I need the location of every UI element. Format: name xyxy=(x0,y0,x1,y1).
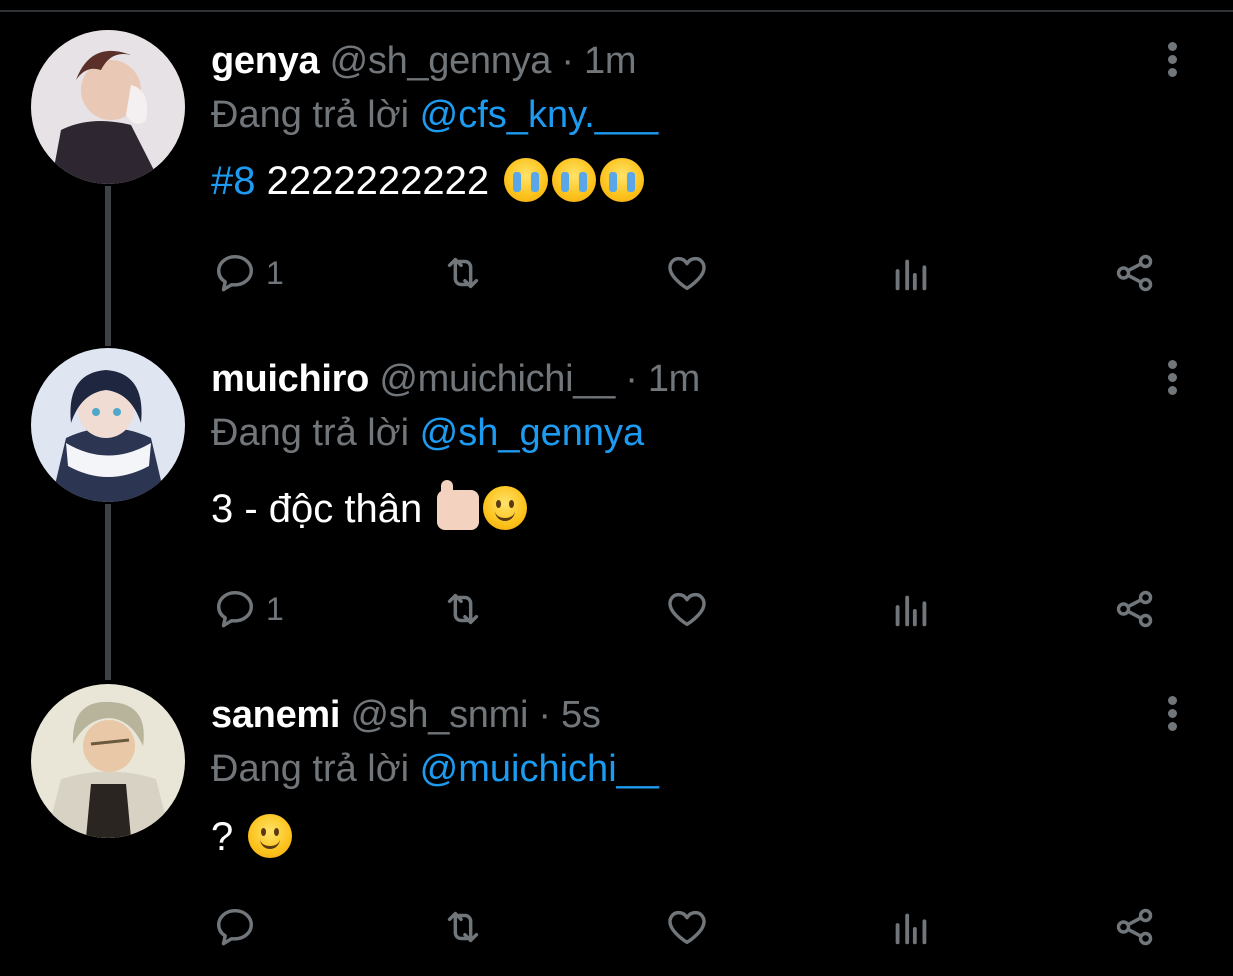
timestamp[interactable]: 5s xyxy=(561,694,601,736)
tweet-actions: 1 xyxy=(0,584,1233,644)
like-button[interactable] xyxy=(664,248,710,298)
display-name[interactable]: muichiro xyxy=(211,358,369,400)
reply-icon xyxy=(216,908,254,946)
retweet-icon xyxy=(447,911,479,943)
avatar[interactable] xyxy=(31,30,185,184)
more-options-icon[interactable] xyxy=(1160,360,1184,400)
share-icon xyxy=(1116,254,1153,292)
reply-button[interactable] xyxy=(212,902,266,952)
handle[interactable]: @sh_snmi xyxy=(350,694,528,736)
separator-dot: · xyxy=(551,40,584,82)
avatar[interactable] xyxy=(31,684,185,838)
tweet-body-text: ? xyxy=(211,815,245,859)
retweet-icon xyxy=(447,257,479,289)
reply-icon xyxy=(216,590,254,628)
display-name[interactable]: genya xyxy=(211,40,320,82)
tweet-actions: 1 xyxy=(0,248,1233,308)
analytics-icon xyxy=(895,913,927,945)
handle[interactable]: @sh_gennya xyxy=(330,40,552,82)
tweet-header: genya @sh_gennya · 1m xyxy=(211,40,636,83)
like-button[interactable] xyxy=(664,584,710,634)
analytics-button[interactable] xyxy=(888,902,934,952)
analytics-icon xyxy=(895,259,927,291)
thumbs-up-emoji xyxy=(437,480,480,530)
timestamp[interactable]: 1m xyxy=(584,40,637,82)
separator-dot: · xyxy=(528,694,561,736)
analytics-button[interactable] xyxy=(888,584,934,634)
tweet-header: muichiro @muichichi__ · 1m xyxy=(211,358,700,401)
tweet-text: #8 2222222222 xyxy=(211,158,645,204)
slightly-smiling-face-emoji xyxy=(248,814,293,858)
reply-icon xyxy=(216,254,254,292)
like-button[interactable] xyxy=(664,902,710,952)
retweet-icon xyxy=(447,593,479,625)
tweet-body-text: 3 - độc thân xyxy=(211,487,434,531)
display-name[interactable]: sanemi xyxy=(211,694,340,736)
retweet-button[interactable] xyxy=(440,902,486,952)
tweet-text: ? xyxy=(211,814,293,860)
share-button[interactable] xyxy=(1112,248,1158,298)
mention-link[interactable]: @sh_gennya xyxy=(420,412,645,454)
like-icon xyxy=(668,910,706,945)
like-icon xyxy=(668,256,706,291)
timestamp[interactable]: 1m xyxy=(648,358,701,400)
loudly-crying-face-emoji xyxy=(504,158,549,202)
replying-to-label: Đang trả lời xyxy=(211,412,420,454)
share-icon xyxy=(1116,908,1153,946)
avatar[interactable] xyxy=(31,348,185,502)
analytics-icon xyxy=(895,595,927,627)
retweet-button[interactable] xyxy=(440,584,486,634)
handle[interactable]: @muichichi__ xyxy=(379,358,615,400)
loudly-crying-face-emoji xyxy=(600,158,645,202)
mention-link[interactable]: @muichichi__ xyxy=(420,748,659,790)
tweet-header: sanemi @sh_snmi · 5s xyxy=(211,694,601,737)
tweet-actions xyxy=(0,902,1233,962)
replying-to: Đang trả lời @muichichi__ xyxy=(211,748,659,791)
loudly-crying-face-emoji xyxy=(552,158,597,202)
tweet-genya[interactable]: genya @sh_gennya · 1m Đang trả lời @cfs_… xyxy=(0,0,1233,320)
replying-to-label: Đang trả lời xyxy=(211,94,420,136)
like-icon xyxy=(668,592,706,627)
hashtag-link[interactable]: #8 xyxy=(211,159,256,203)
share-button[interactable] xyxy=(1112,584,1158,634)
tweet-text: 3 - độc thân xyxy=(211,480,528,532)
reply-count: 1 xyxy=(266,590,284,627)
reply-button[interactable]: 1 xyxy=(212,584,284,634)
more-options-icon[interactable] xyxy=(1160,696,1184,736)
retweet-button[interactable] xyxy=(440,248,486,298)
separator-dot: · xyxy=(614,358,648,400)
mention-link[interactable]: @cfs_kny.___ xyxy=(420,94,659,136)
more-options-icon[interactable] xyxy=(1160,42,1184,82)
replying-to: Đang trả lời @cfs_kny.___ xyxy=(211,94,658,137)
reply-button[interactable]: 1 xyxy=(212,248,284,298)
analytics-button[interactable] xyxy=(888,248,934,298)
share-button[interactable] xyxy=(1112,902,1158,952)
replying-to-label: Đang trả lời xyxy=(211,748,420,790)
tweet-body-text: 2222222222 xyxy=(255,159,490,203)
slightly-smiling-face-emoji xyxy=(483,486,528,530)
share-icon xyxy=(1116,590,1153,628)
reply-count: 1 xyxy=(266,254,284,291)
replying-to: Đang trả lời @sh_gennya xyxy=(211,412,644,455)
